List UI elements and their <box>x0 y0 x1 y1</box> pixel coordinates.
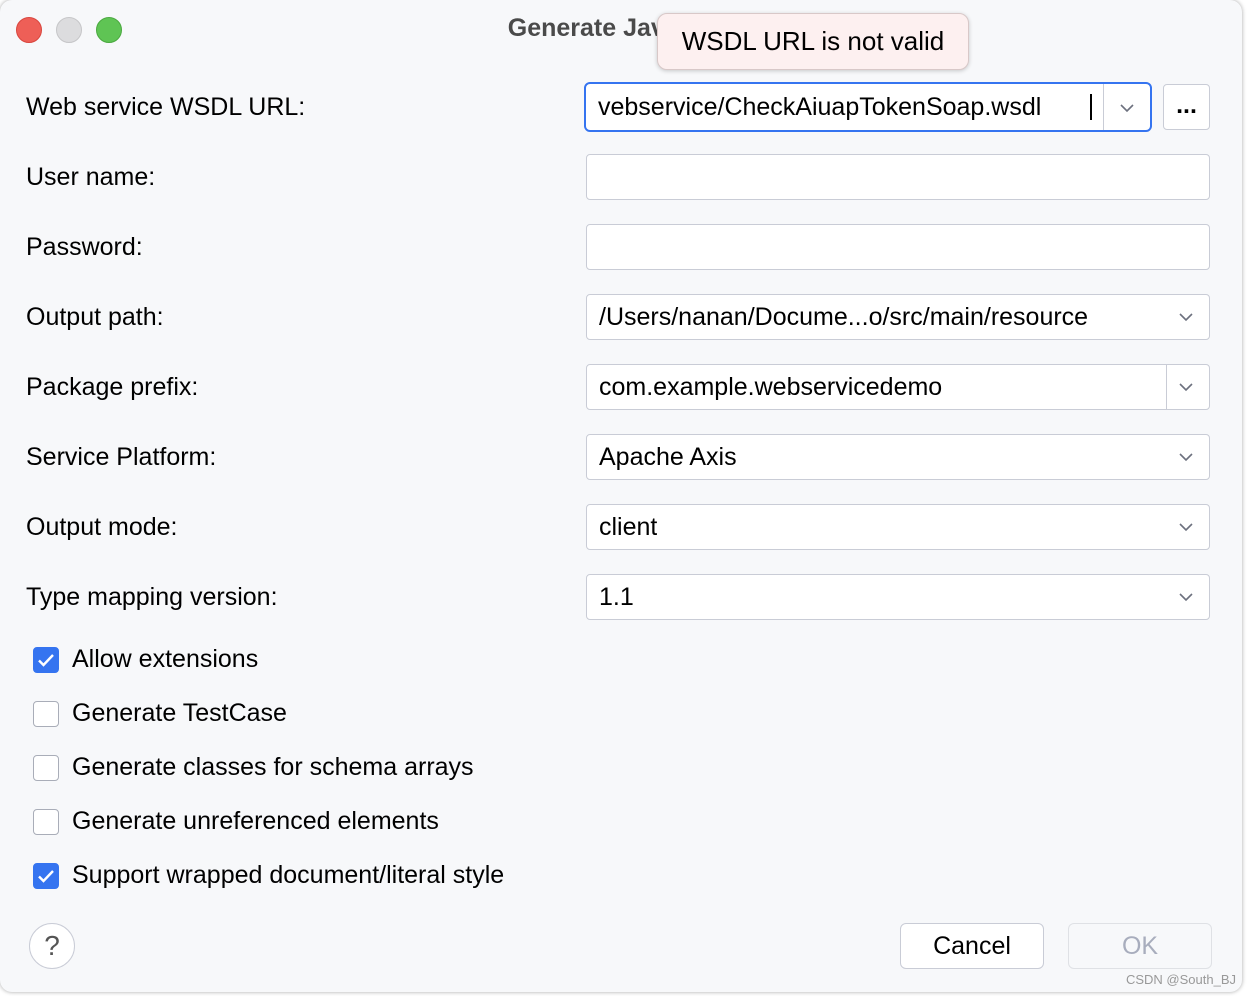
checkmark-icon <box>38 654 54 667</box>
checkmark-icon <box>38 870 54 883</box>
wsdl-url-combobox[interactable]: vebservice/CheckAiuapTokenSoap.wsdl <box>584 82 1152 132</box>
chevron-down-icon[interactable] <box>1177 518 1195 536</box>
checkbox-label[interactable]: Generate classes for schema arrays <box>72 752 474 782</box>
watermark: CSDN @South_BJ <box>1125 972 1236 987</box>
checkbox-label[interactable]: Allow extensions <box>72 644 258 674</box>
package-prefix-label: Package prefix: <box>26 373 199 401</box>
service-platform-label: Service Platform: <box>26 443 217 471</box>
output-path-label: Output path: <box>26 303 164 331</box>
output-mode-label: Output mode: <box>26 513 178 541</box>
password-input[interactable] <box>586 224 1210 270</box>
dialog-title: Generate Java Cod <box>0 14 1242 43</box>
ok-button[interactable]: OK <box>1068 923 1212 969</box>
checkbox-label[interactable]: Generate unreferenced elements <box>72 806 439 836</box>
output-path-combobox[interactable]: /Users/nanan/Docume...o/src/main/resourc… <box>586 294 1210 340</box>
checkbox[interactable] <box>33 701 59 727</box>
checkbox[interactable] <box>33 755 59 781</box>
output-mode-value: client <box>599 513 658 541</box>
type-mapping-select[interactable]: 1.1 <box>586 574 1210 620</box>
wsdl-url-label: Web service WSDL URL: <box>26 93 306 121</box>
service-platform-value: Apache Axis <box>599 443 737 471</box>
service-platform-select[interactable]: Apache Axis <box>586 434 1210 480</box>
browse-button[interactable]: ... <box>1163 84 1210 130</box>
checkbox[interactable] <box>33 647 59 673</box>
checkbox[interactable] <box>33 863 59 889</box>
chevron-down-icon[interactable] <box>1177 308 1195 326</box>
wsdl-url-input[interactable]: vebservice/CheckAiuapTokenSoap.wsdl <box>598 84 1093 130</box>
type-mapping-label: Type mapping version: <box>26 583 278 611</box>
separator <box>1103 84 1104 130</box>
chevron-down-icon[interactable] <box>1177 448 1195 466</box>
checkbox-label[interactable]: Support wrapped document/literal style <box>72 860 504 890</box>
user-name-label: User name: <box>26 163 156 191</box>
chevron-down-icon[interactable] <box>1118 99 1136 117</box>
separator <box>1166 365 1167 409</box>
chevron-down-icon[interactable] <box>1177 588 1195 606</box>
output-path-value: /Users/nanan/Docume...o/src/main/resourc… <box>599 303 1089 331</box>
package-prefix-combobox[interactable]: com.example.webservicedemo <box>586 364 1210 410</box>
validation-tooltip: WSDL URL is not valid <box>657 13 969 70</box>
type-mapping-value: 1.1 <box>599 583 634 611</box>
generate-java-code-dialog: Generate Java Cod WSDL URL is not valid … <box>0 0 1242 992</box>
output-mode-select[interactable]: client <box>586 504 1210 550</box>
text-cursor <box>1090 94 1092 120</box>
help-button[interactable]: ? <box>29 923 75 969</box>
user-name-input[interactable] <box>586 154 1210 200</box>
chevron-down-icon[interactable] <box>1177 378 1195 396</box>
password-label: Password: <box>26 233 143 261</box>
checkbox[interactable] <box>33 809 59 835</box>
cancel-button[interactable]: Cancel <box>900 923 1044 969</box>
checkbox-label[interactable]: Generate TestCase <box>72 698 287 728</box>
package-prefix-value[interactable]: com.example.webservicedemo <box>599 365 942 409</box>
